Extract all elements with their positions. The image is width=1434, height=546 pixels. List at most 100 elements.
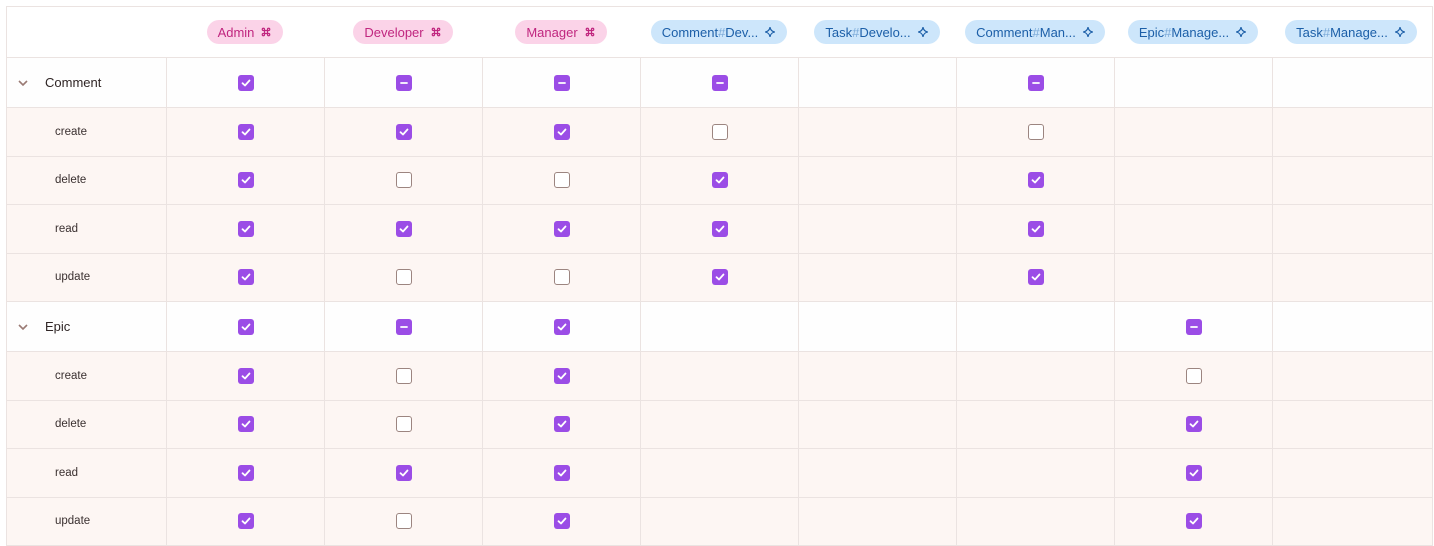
checkbox-unchecked[interactable] [554, 172, 570, 188]
checkbox-indeterminate[interactable] [1186, 319, 1202, 335]
pill-label: Comment#Man... [976, 25, 1076, 40]
group-label[interactable]: Epic [7, 302, 166, 351]
checkbox-checked[interactable] [554, 416, 570, 432]
relation-pill[interactable]: Comment#Dev... [651, 20, 788, 44]
role-pill[interactable]: Manager [515, 20, 606, 44]
checkbox-checked[interactable] [554, 465, 570, 481]
checkbox-unchecked[interactable] [396, 269, 412, 285]
matrix-cell [640, 302, 798, 351]
relation-pill[interactable]: Epic#Manage... [1128, 20, 1258, 44]
matrix-cell [798, 449, 956, 497]
checkbox-indeterminate[interactable] [1028, 75, 1044, 91]
permission-label: read [7, 205, 166, 253]
checkbox-checked[interactable] [238, 319, 254, 335]
permission-row: create [7, 352, 1432, 401]
hash-separator: # [1033, 25, 1040, 40]
group-row-comment: Comment [7, 58, 1432, 108]
checkbox-checked[interactable] [238, 172, 254, 188]
relation-pill[interactable]: Task#Manage... [1285, 20, 1417, 44]
checkbox-checked[interactable] [1028, 269, 1044, 285]
matrix-cell [482, 352, 640, 400]
checkbox-unchecked[interactable] [396, 368, 412, 384]
checkbox-unchecked[interactable] [396, 513, 412, 529]
checkbox-checked[interactable] [1186, 465, 1202, 481]
checkbox-checked[interactable] [238, 465, 254, 481]
matrix-cell [324, 302, 482, 351]
checkbox-checked[interactable] [1186, 416, 1202, 432]
matrix-cell [798, 157, 956, 205]
checkbox-checked[interactable] [712, 221, 728, 237]
permission-name: delete [55, 174, 86, 186]
checkbox-checked[interactable] [238, 513, 254, 529]
role-pill[interactable]: Developer [353, 20, 452, 44]
matrix-cell [798, 58, 956, 107]
checkbox-checked[interactable] [554, 513, 570, 529]
checkbox-checked[interactable] [396, 124, 412, 140]
pill-label-suffix: Manage... [1171, 25, 1229, 40]
group-name: Epic [45, 319, 70, 334]
matrix-cell [166, 254, 324, 302]
relation-pill[interactable]: Task#Develo... [814, 20, 939, 44]
matrix-cell [166, 58, 324, 107]
permission-name: create [55, 370, 87, 382]
permission-label: delete [7, 157, 166, 205]
matrix-cell [324, 401, 482, 449]
checkbox-checked[interactable] [1186, 513, 1202, 529]
checkbox-unchecked[interactable] [1186, 368, 1202, 384]
matrix-cell [1114, 401, 1272, 449]
pill-label: Developer [364, 25, 423, 40]
checkbox-checked[interactable] [238, 368, 254, 384]
checkbox-checked[interactable] [238, 269, 254, 285]
relation-pill[interactable]: Comment#Man... [965, 20, 1105, 44]
sparkle-icon [1082, 26, 1094, 38]
checkbox-checked[interactable] [238, 124, 254, 140]
matrix-cell [166, 352, 324, 400]
matrix-cell [1272, 254, 1430, 302]
checkbox-checked[interactable] [554, 124, 570, 140]
matrix-cell [166, 498, 324, 546]
checkbox-unchecked[interactable] [554, 269, 570, 285]
matrix-cell [956, 401, 1114, 449]
checkbox-indeterminate[interactable] [712, 75, 728, 91]
checkbox-unchecked[interactable] [1028, 124, 1044, 140]
permission-label: update [7, 254, 166, 302]
checkbox-checked[interactable] [238, 75, 254, 91]
matrix-cell [166, 401, 324, 449]
pill-label-suffix: Man... [1040, 25, 1076, 40]
matrix-cell [956, 352, 1114, 400]
pill-label-suffix: Manage... [1330, 25, 1388, 40]
pill-label: Task#Develo... [825, 25, 910, 40]
checkbox-checked[interactable] [238, 416, 254, 432]
checkbox-checked[interactable] [712, 172, 728, 188]
checkbox-checked[interactable] [554, 368, 570, 384]
chevron-down-icon[interactable] [17, 77, 29, 89]
column-header: Epic#Manage... [1114, 7, 1272, 57]
checkbox-unchecked[interactable] [396, 416, 412, 432]
role-pill[interactable]: Admin [207, 20, 284, 44]
checkbox-checked[interactable] [396, 221, 412, 237]
matrix-cell [1272, 108, 1430, 156]
checkbox-checked[interactable] [238, 221, 254, 237]
matrix-cell [166, 108, 324, 156]
checkbox-unchecked[interactable] [712, 124, 728, 140]
checkbox-indeterminate[interactable] [554, 75, 570, 91]
checkbox-unchecked[interactable] [396, 172, 412, 188]
chevron-down-icon[interactable] [17, 321, 29, 333]
checkbox-indeterminate[interactable] [396, 319, 412, 335]
sparkle-icon [1394, 26, 1406, 38]
checkbox-checked[interactable] [554, 319, 570, 335]
checkbox-checked[interactable] [1028, 172, 1044, 188]
matrix-cell [1272, 157, 1430, 205]
checkbox-indeterminate[interactable] [396, 75, 412, 91]
matrix-cell [166, 449, 324, 497]
checkbox-checked[interactable] [554, 221, 570, 237]
command-icon [584, 26, 596, 38]
permission-label: create [7, 352, 166, 400]
checkbox-checked[interactable] [1028, 221, 1044, 237]
group-label[interactable]: Comment [7, 58, 166, 107]
column-header: Manager [482, 7, 640, 57]
permission-row: update [7, 254, 1432, 303]
checkbox-checked[interactable] [396, 465, 412, 481]
checkbox-checked[interactable] [712, 269, 728, 285]
permissions-matrix: Admin Developer Manager Comment#Dev... Task#… [6, 6, 1433, 546]
